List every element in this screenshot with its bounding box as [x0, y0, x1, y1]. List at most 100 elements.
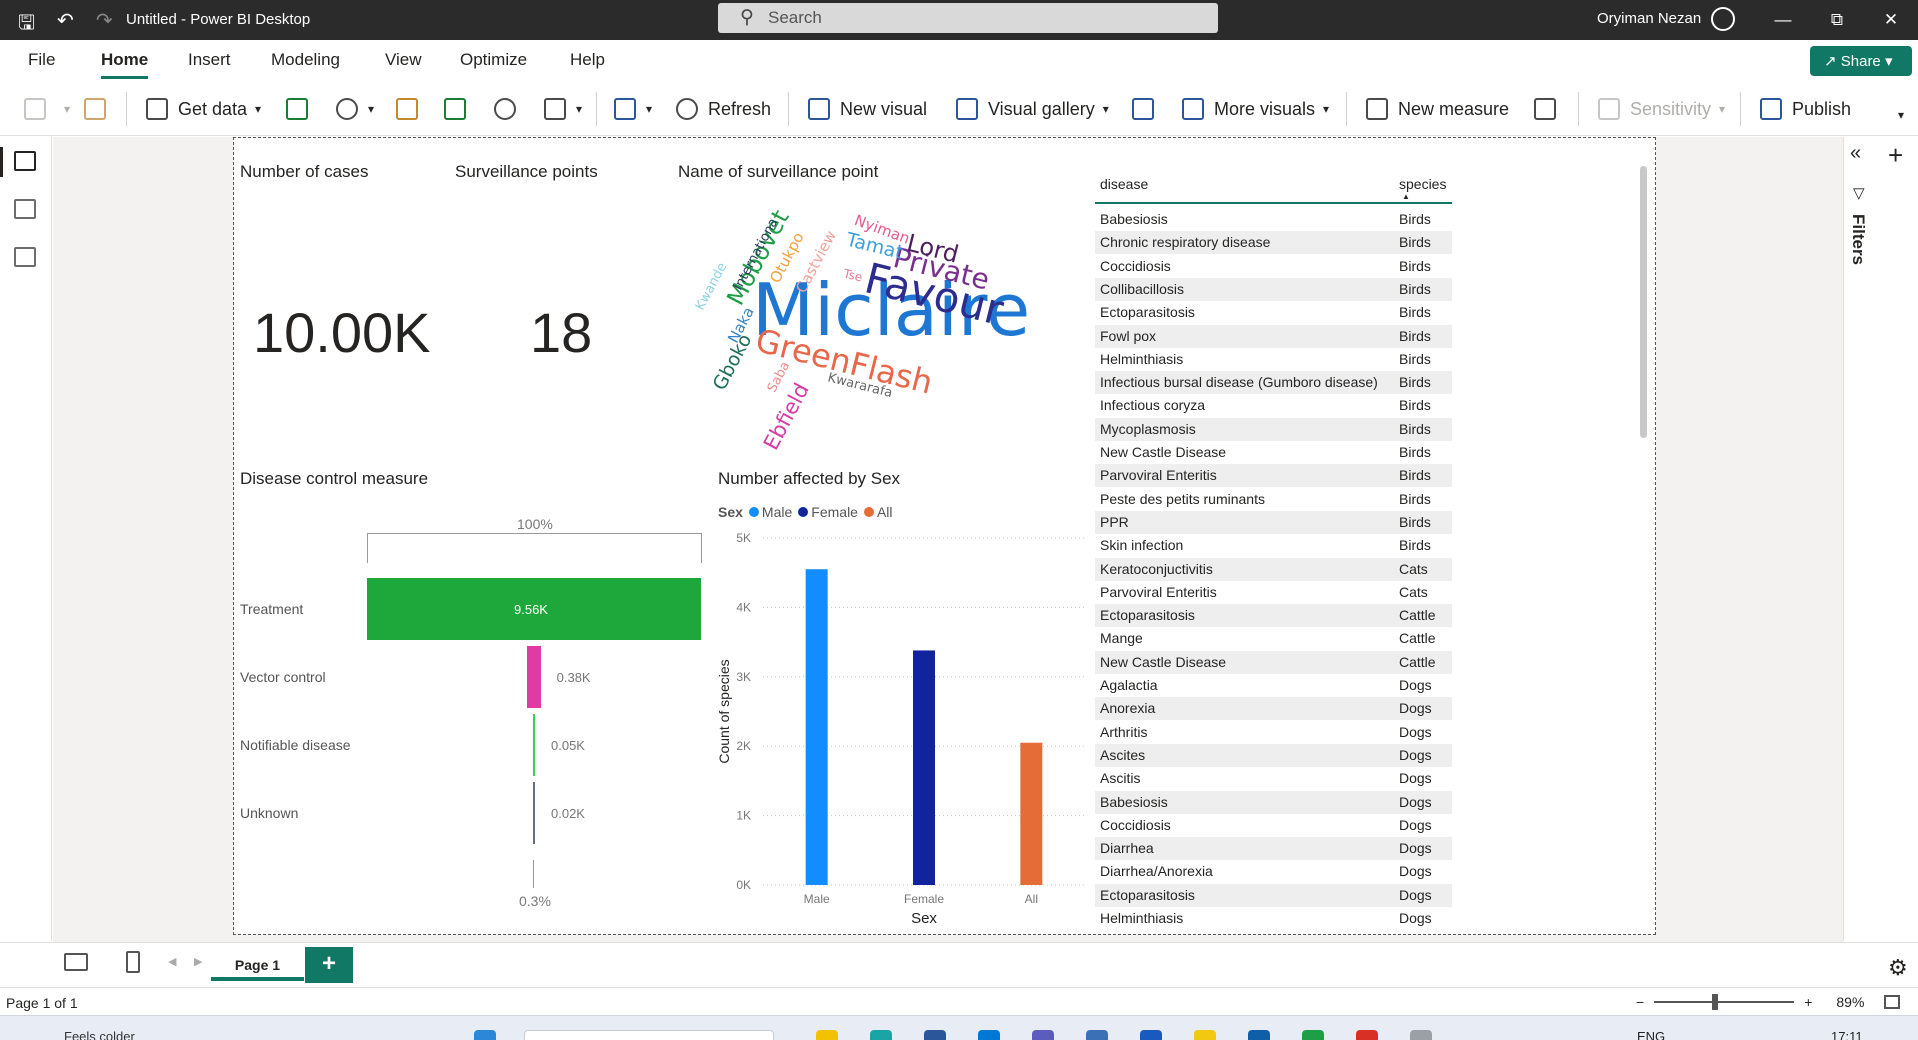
- dataverse-button[interactable]: [494, 96, 526, 122]
- funnel-bar[interactable]: [533, 714, 535, 776]
- table-row[interactable]: Peste des petits ruminants Birds: [1095, 488, 1452, 511]
- table-row[interactable]: Helminthiasis Dogs: [1095, 907, 1452, 930]
- app-icon[interactable]: [1086, 1030, 1108, 1040]
- table-row[interactable]: Anorexia Dogs: [1095, 697, 1452, 721]
- table-row[interactable]: Parvoviral Enteritis Cats: [1095, 581, 1452, 604]
- format-painter-button[interactable]: [84, 96, 116, 122]
- chart-legend[interactable]: Sex Male Female All: [718, 504, 893, 520]
- add-icon[interactable]: +: [1888, 140, 1903, 171]
- table-row[interactable]: Parvoviral Enteritis Birds: [1095, 464, 1452, 488]
- table-row[interactable]: Infectious bursal disease (Gumboro disea…: [1095, 371, 1452, 395]
- settings-icon[interactable]: ⚙: [1888, 955, 1908, 981]
- tab-help[interactable]: Help: [570, 50, 605, 70]
- zoom-in-icon[interactable]: +: [1804, 994, 1812, 1010]
- save-icon[interactable]: 🖫: [18, 8, 35, 42]
- weather-text[interactable]: Feels colder: [64, 1029, 135, 1040]
- add-page-button[interactable]: +: [305, 947, 353, 983]
- zoom-control[interactable]: − + 89%: [1636, 994, 1901, 1010]
- column-header-species[interactable]: species: [1399, 176, 1446, 192]
- next-page-icon[interactable]: ▶: [194, 955, 202, 968]
- language-indicator[interactable]: ENG: [1637, 1029, 1665, 1040]
- table-row[interactable]: Diarrhea Dogs: [1095, 837, 1452, 861]
- table-row[interactable]: Ascitis Dogs: [1095, 767, 1452, 790]
- word-icon[interactable]: [1140, 1030, 1162, 1040]
- column-chart[interactable]: 0K 1K 2K 3K 4K 5K Male Female All Sex Count of spe…: [715, 520, 1095, 930]
- table-row[interactable]: Agalactia Dogs: [1095, 674, 1452, 697]
- refresh-button[interactable]: Refresh: [676, 96, 771, 122]
- previous-page-icon[interactable]: ◀: [168, 955, 176, 968]
- legend-item-all[interactable]: All: [863, 504, 893, 520]
- tab-insert[interactable]: Insert: [188, 50, 231, 70]
- desktop-layout-icon[interactable]: [64, 953, 88, 971]
- zoom-out-icon[interactable]: −: [1636, 994, 1644, 1010]
- tab-optimize[interactable]: Optimize: [460, 50, 527, 70]
- power-bi-icon[interactable]: [1194, 1030, 1216, 1040]
- table-row[interactable]: Chronic respiratory disease Birds: [1095, 231, 1452, 255]
- bar[interactable]: [1020, 742, 1043, 885]
- table-row[interactable]: Collibacillosis Birds: [1095, 277, 1452, 301]
- chrome-icon[interactable]: [1302, 1030, 1324, 1040]
- new-measure-button[interactable]: New measure: [1366, 96, 1509, 122]
- undo-icon[interactable]: ↶: [57, 8, 74, 42]
- search-box[interactable]: ⚲ Search: [718, 3, 1218, 33]
- share-button[interactable]: ↗ Share ▾: [1810, 46, 1912, 76]
- report-view-icon[interactable]: [14, 151, 36, 171]
- taskbar-search-icon[interactable]: [524, 1030, 774, 1040]
- zoom-slider[interactable]: [1654, 994, 1795, 1010]
- mail-icon[interactable]: [978, 1030, 1000, 1040]
- clock[interactable]: 17:11: [1831, 1029, 1863, 1040]
- tab-file[interactable]: File: [28, 50, 55, 70]
- table-row[interactable]: Fowl pox Birds: [1095, 324, 1452, 348]
- model-view-icon[interactable]: [14, 247, 36, 267]
- cases-card-value[interactable]: 10.00K: [253, 300, 431, 365]
- tab-modeling[interactable]: Modeling: [271, 50, 340, 70]
- column-header-disease[interactable]: disease: [1100, 176, 1148, 192]
- file-explorer-icon[interactable]: [816, 1030, 838, 1040]
- app-icon[interactable]: [1410, 1030, 1432, 1040]
- teams-icon[interactable]: [1032, 1030, 1054, 1040]
- table-row[interactable]: New Castle Disease Birds: [1095, 441, 1452, 464]
- table-row[interactable]: New Castle Disease Cattle: [1095, 650, 1452, 674]
- more-visuals-button[interactable]: More visuals ▾: [1182, 96, 1329, 122]
- app-icon[interactable]: [1356, 1030, 1378, 1040]
- minimize-icon[interactable]: —: [1756, 0, 1810, 40]
- table-row[interactable]: Diarrhea/Anorexia Dogs: [1095, 860, 1452, 883]
- legend-item-male[interactable]: Male: [748, 504, 792, 520]
- get-data-button[interactable]: Get data ▾: [146, 96, 261, 122]
- sql-button[interactable]: [396, 96, 428, 122]
- table-row[interactable]: Helminthiasis Birds: [1095, 348, 1452, 371]
- table-row[interactable]: PPR Birds: [1095, 510, 1452, 534]
- table-row[interactable]: Ectoparasitosis Birds: [1095, 301, 1452, 324]
- zoom-slider-thumb[interactable]: [1712, 994, 1719, 1010]
- table-row[interactable]: Mycoplasmosis Birds: [1095, 417, 1452, 441]
- avatar[interactable]: [1711, 7, 1735, 31]
- edge-icon[interactable]: [870, 1030, 892, 1040]
- close-icon[interactable]: ✕: [1864, 0, 1918, 40]
- excel-button[interactable]: [286, 96, 318, 122]
- quick-measure-button[interactable]: [1534, 96, 1566, 122]
- funnel-bar[interactable]: [527, 646, 541, 708]
- table-row[interactable]: Babesiosis Dogs: [1095, 790, 1452, 814]
- restore-icon[interactable]: ⧉: [1810, 0, 1864, 40]
- points-card-value[interactable]: 18: [530, 300, 592, 365]
- transform-data-button[interactable]: ▾: [614, 96, 652, 122]
- table-row[interactable]: Ectoparasitosis Dogs: [1095, 883, 1452, 907]
- bar[interactable]: [913, 650, 935, 885]
- table-row[interactable]: Coccidiosis Dogs: [1095, 814, 1452, 837]
- page-tab-1[interactable]: Page 1: [211, 943, 304, 981]
- ribbon-expand-icon[interactable]: ▾: [1898, 102, 1904, 128]
- table-row[interactable]: Keratoconjuctivitis Cats: [1095, 557, 1452, 581]
- bar[interactable]: [805, 569, 828, 885]
- redo-icon[interactable]: ↷: [96, 8, 113, 42]
- page-scrollbar-thumb[interactable]: [1640, 166, 1647, 438]
- datahub-button[interactable]: ▾: [336, 96, 374, 122]
- visual-gallery-button[interactable]: Visual gallery ▾: [956, 96, 1109, 122]
- legend-item-female[interactable]: Female: [798, 504, 858, 520]
- table-row[interactable]: Mange Cattle: [1095, 627, 1452, 650]
- new-visual-button[interactable]: New visual: [808, 96, 927, 122]
- fit-to-page-icon[interactable]: [1884, 995, 1901, 1009]
- store-icon[interactable]: [924, 1030, 946, 1040]
- table-view-icon[interactable]: [14, 199, 36, 219]
- funnel-bar[interactable]: [533, 782, 535, 844]
- start-icon[interactable]: [474, 1030, 496, 1040]
